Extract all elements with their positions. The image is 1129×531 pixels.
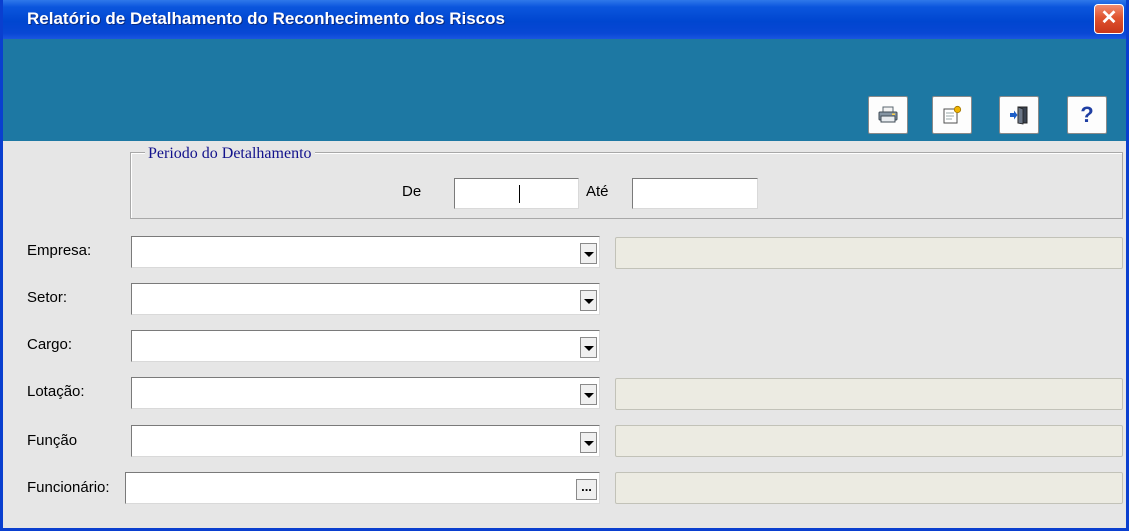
exit-button[interactable]	[999, 96, 1039, 134]
from-date-field[interactable]	[454, 178, 579, 209]
cargo-label: Cargo:	[27, 336, 73, 353]
chevron-down-icon[interactable]	[580, 290, 597, 311]
to-date-label: Até	[586, 183, 609, 200]
help-icon: ?	[1080, 102, 1094, 127]
empresa-select[interactable]	[131, 236, 600, 268]
edit-note-icon	[943, 105, 962, 124]
setor-label: Setor:	[27, 289, 68, 306]
funcionario-description	[615, 472, 1123, 504]
close-icon: ✕	[1100, 7, 1118, 29]
cargo-select[interactable]	[131, 330, 600, 362]
toolbar: ?	[3, 39, 1126, 141]
window-title: Relatório de Detalhamento do Reconhecime…	[27, 9, 505, 28]
chevron-down-icon[interactable]	[580, 384, 597, 405]
empresa-label: Empresa:	[27, 242, 92, 259]
chevron-down-icon[interactable]	[580, 337, 597, 358]
period-legend: Periodo do Detalhamento	[145, 145, 315, 163]
printer-icon	[878, 106, 898, 123]
funcionario-label: Funcionário:	[27, 479, 110, 496]
report-window: Relatório de Detalhamento do Reconhecime…	[0, 0, 1129, 531]
from-date-label: De	[402, 183, 422, 200]
chevron-down-icon[interactable]	[580, 432, 597, 453]
lookup-button[interactable]: ...	[576, 479, 597, 500]
print-button[interactable]	[868, 96, 908, 134]
edit-button[interactable]	[932, 96, 972, 134]
lotacao-label: Lotação:	[27, 383, 85, 400]
help-button[interactable]: ?	[1067, 96, 1107, 134]
setor-select[interactable]	[131, 283, 600, 315]
close-button[interactable]: ✕	[1094, 4, 1124, 34]
funcionario-field[interactable]: ...	[125, 472, 600, 504]
empresa-description	[615, 237, 1123, 269]
funcao-description	[615, 425, 1123, 457]
text-caret	[519, 185, 520, 203]
to-date-field[interactable]	[632, 178, 758, 209]
lotacao-description	[615, 378, 1123, 410]
lotacao-select[interactable]	[131, 377, 600, 409]
exit-door-icon	[1010, 106, 1028, 125]
funcao-label: Função	[27, 432, 78, 449]
chevron-down-icon[interactable]	[580, 243, 597, 264]
title-bar[interactable]: Relatório de Detalhamento do Reconhecime…	[3, 0, 1126, 39]
funcao-select[interactable]	[131, 425, 600, 457]
